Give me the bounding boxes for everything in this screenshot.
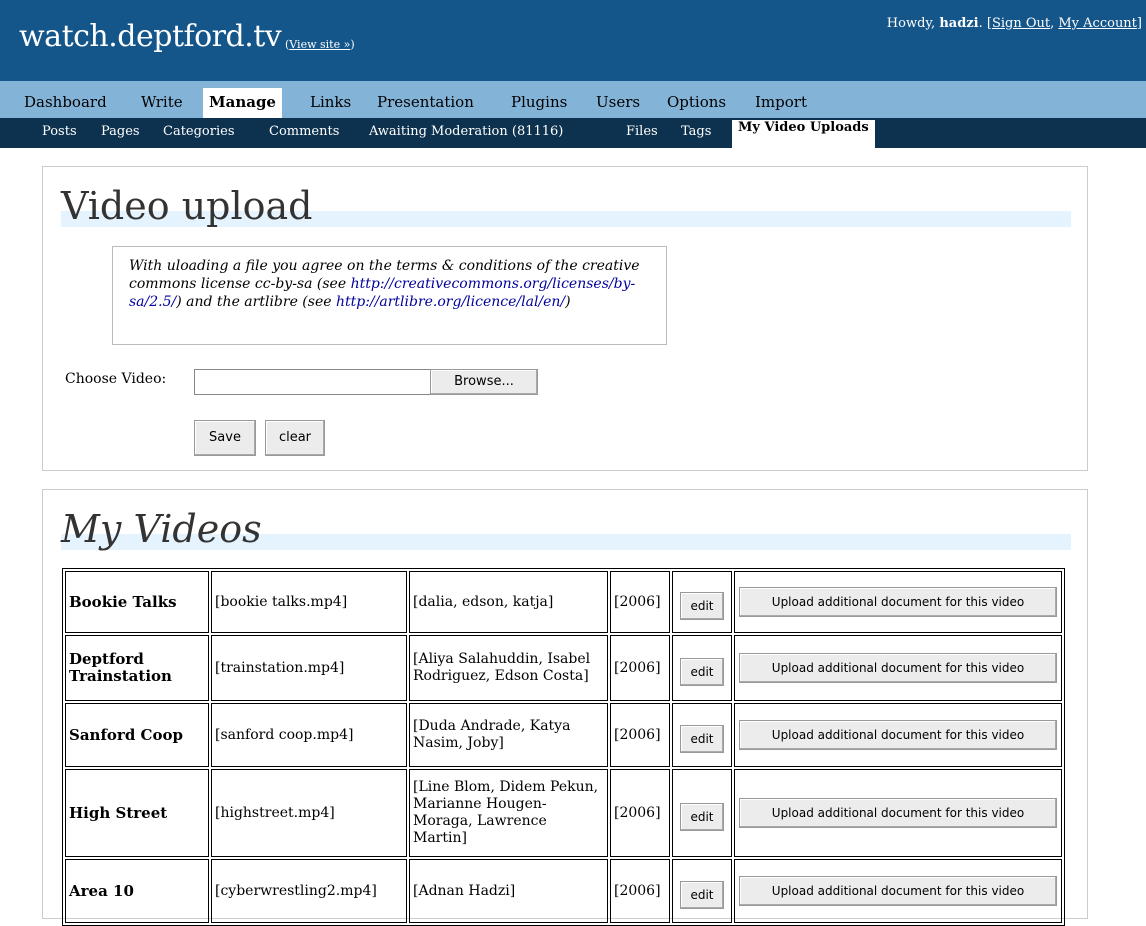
video-participants: [Duda Andrade, Katya Nasim, Joby] — [409, 703, 608, 767]
view-site-link[interactable]: (View site ») — [285, 38, 355, 51]
video-year: [2006] — [610, 859, 670, 923]
edit-cell: edit — [672, 769, 732, 857]
video-filename: [cyberwrestling2.mp4] — [211, 859, 407, 923]
video-row: Deptford Trainstation [trainstation.mp4][… — [65, 635, 1062, 701]
my-videos-heading: My Videos — [61, 507, 262, 551]
save-button[interactable]: Save — [194, 420, 256, 456]
edit-cell: edit — [672, 571, 732, 633]
submenu-awaiting-moderation[interactable]: Awaiting Moderation (81116) — [369, 124, 563, 139]
videos-table: Bookie Talks [bookie talks.mp4] [dalia, ed… — [62, 568, 1065, 926]
menu-dashboard[interactable]: Dashboard — [24, 88, 107, 118]
upload-document-button[interactable]: Upload additional document for this vide… — [739, 587, 1057, 617]
site-header: watch.deptford.tv (View site ») Howdy, h… — [0, 0, 1146, 76]
video-title: Sanford Coop — [65, 703, 209, 767]
view-site-label[interactable]: View site » — [289, 38, 350, 51]
menu-plugins[interactable]: Plugins — [511, 88, 567, 118]
admin-menu: Dashboard Write Manage Links Presentatio… — [0, 76, 1146, 118]
video-participants: [dalia, edson, katja] — [409, 571, 608, 633]
edit-button[interactable]: edit — [680, 725, 724, 753]
video-row: Sanford Coop [sanford coop.mp4] [Duda Andr… — [65, 703, 1062, 767]
clear-button[interactable]: clear — [265, 420, 325, 456]
video-title: High Street — [65, 769, 209, 857]
howdy-text: Howdy, — [886, 16, 936, 31]
video-filename: [trainstation.mp4] — [211, 635, 407, 701]
sign-out-link[interactable]: Sign Out — [992, 16, 1050, 31]
video-year: [2006] — [610, 635, 670, 701]
video-file-input[interactable] — [194, 369, 432, 395]
video-title: Bookie Talks — [65, 571, 209, 633]
video-year: [2006] — [610, 703, 670, 767]
menu-options[interactable]: Options — [667, 88, 726, 118]
upload-document-cell: Upload additional document for this vide… — [734, 703, 1062, 767]
upload-document-cell: Upload additional document for this vide… — [734, 859, 1062, 923]
choose-video-label: Choose Video: — [65, 371, 167, 387]
video-filename: [highstreet.mp4] — [211, 769, 407, 857]
video-participants: [Adnan Hadzi] — [409, 859, 608, 923]
submenu-my-video-uploads[interactable]: My Video Uploads — [732, 120, 875, 148]
browse-button[interactable]: Browse... — [430, 369, 538, 395]
menu-manage[interactable]: Manage — [203, 88, 282, 118]
video-participants: [Line Blom, Didem Pekun, Marianne Hougen… — [409, 769, 608, 857]
video-row: Area 10 [cyberwrestling2.mp4] [Adnan Hadzi… — [65, 859, 1062, 923]
video-upload-heading: Video upload — [61, 184, 313, 228]
edit-button[interactable]: edit — [680, 881, 724, 909]
sub-menu: Posts Pages Categories Comments Awaiting… — [0, 118, 1146, 148]
edit-cell: edit — [672, 703, 732, 767]
upload-document-button[interactable]: Upload additional document for this vide… — [739, 653, 1057, 683]
video-row: Bookie Talks [bookie talks.mp4] [dalia, ed… — [65, 571, 1062, 633]
upload-document-button[interactable]: Upload additional document for this vide… — [739, 720, 1057, 750]
edit-button[interactable]: edit — [680, 803, 724, 831]
video-title: Deptford Trainstation — [65, 635, 209, 701]
terms-text-3: ) — [565, 294, 571, 310]
terms-notice: With uloading a file you agree on the te… — [112, 246, 667, 345]
submenu-files[interactable]: Files — [626, 124, 658, 139]
video-title: Area 10 — [65, 859, 209, 923]
video-row: High Street [highstreet.mp4] [Line Blom, D… — [65, 769, 1062, 857]
edit-cell: edit — [672, 859, 732, 923]
menu-presentation[interactable]: Presentation — [377, 88, 474, 118]
upload-document-button[interactable]: Upload additional document for this vide… — [739, 798, 1057, 828]
upload-document-cell: Upload additional document for this vide… — [734, 571, 1062, 633]
username: hadzi — [939, 16, 979, 31]
menu-users[interactable]: Users — [596, 88, 640, 118]
video-year: [2006] — [610, 769, 670, 857]
submenu-pages[interactable]: Pages — [101, 124, 140, 139]
edit-button[interactable]: edit — [680, 592, 724, 620]
submenu-my-video-uploads-label[interactable]: My Video Uploads — [738, 114, 869, 142]
upload-document-cell: Upload additional document for this vide… — [734, 635, 1062, 701]
video-filename: [bookie talks.mp4] — [211, 571, 407, 633]
upload-document-cell: Upload additional document for this vide… — [734, 769, 1062, 857]
upload-document-button[interactable]: Upload additional document for this vide… — [739, 876, 1057, 906]
menu-write[interactable]: Write — [141, 88, 183, 118]
edit-button[interactable]: edit — [680, 658, 724, 686]
terms-text-2: ) and the artlibre (see — [176, 294, 332, 310]
menu-links[interactable]: Links — [310, 88, 351, 118]
artlibre-link[interactable]: http://artlibre.org/licence/lal/en/ — [336, 294, 565, 310]
my-videos-panel: My Videos Bookie Talks [bookie talks.mp4]… — [42, 489, 1088, 926]
my-account-link[interactable]: My Account — [1058, 16, 1137, 31]
edit-cell: edit — [672, 635, 732, 701]
video-participants: [Aliya Salahuddin, Isabel Rodriguez, Eds… — [409, 635, 608, 701]
video-year: [2006] — [610, 571, 670, 633]
video-filename: [sanford coop.mp4] — [211, 703, 407, 767]
submenu-tags[interactable]: Tags — [681, 124, 711, 139]
submenu-categories[interactable]: Categories — [163, 124, 235, 139]
submenu-posts[interactable]: Posts — [42, 124, 77, 139]
submenu-comments[interactable]: Comments — [269, 124, 339, 139]
site-title: watch.deptford.tv — [19, 19, 282, 54]
user-info: Howdy, hadzi. [Sign Out, My Account] — [886, 16, 1142, 31]
video-upload-panel: Video upload With uloading a file you ag… — [42, 166, 1088, 471]
